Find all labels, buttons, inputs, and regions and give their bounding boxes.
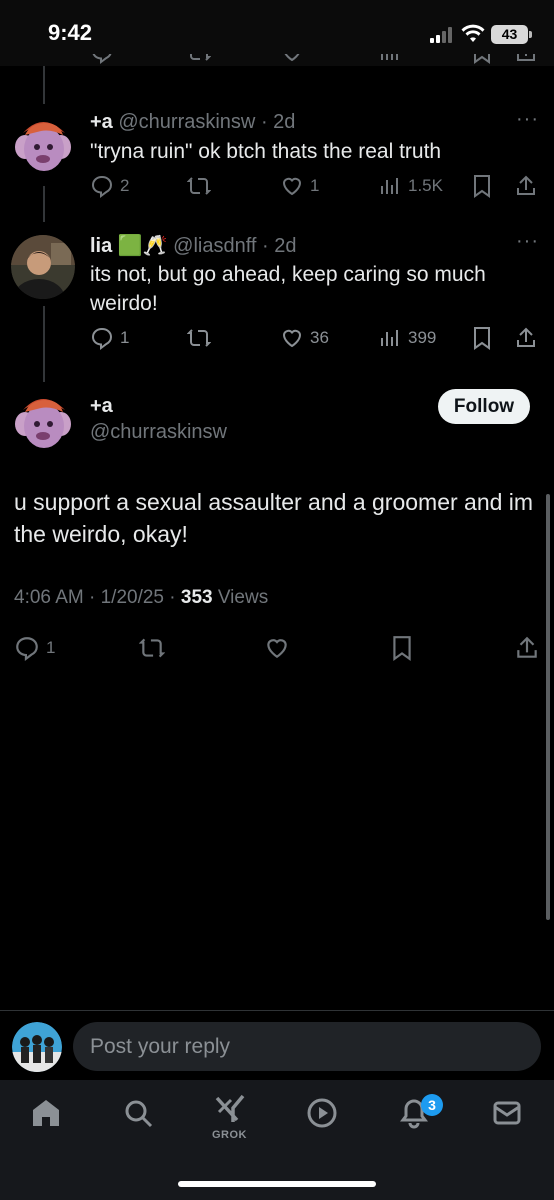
avatar[interactable] [11, 390, 75, 454]
repost-button[interactable] [187, 326, 211, 350]
repost-button[interactable] [139, 635, 165, 661]
like-icon [267, 639, 287, 658]
repost-icon [190, 54, 211, 61]
avatar[interactable] [11, 235, 75, 299]
share-icon [517, 327, 535, 347]
tweet-text: its not, but go ahead, keep caring so mu… [90, 263, 486, 315]
tweet-actions: 2 1 1.5K [0, 174, 554, 204]
views-label: Views [212, 587, 269, 608]
reply-count: 1 [120, 328, 130, 347]
grok-label: GROK [212, 1129, 247, 1141]
avatar[interactable] [11, 113, 75, 177]
main-tweet-text: u support a sexual assaulter and a groom… [14, 489, 534, 547]
like-count: 36 [310, 328, 329, 347]
bookmark-button[interactable] [471, 326, 493, 350]
previous-tweet-actions [0, 54, 554, 74]
tweet-header: +a @churraskinsw · 2d [90, 111, 296, 133]
view-count: 1.5K [408, 176, 443, 195]
reply-icon [92, 54, 112, 64]
reply-input[interactable] [73, 1022, 541, 1071]
grok-icon[interactable] [213, 1094, 247, 1126]
more-options-icon[interactable]: ··· [516, 108, 539, 131]
like-button[interactable]: 36 [280, 326, 329, 350]
bookmark-icon [393, 636, 411, 661]
views-icon [381, 178, 398, 194]
reply-button[interactable]: 1 [14, 635, 55, 661]
share-button[interactable] [514, 635, 540, 661]
like-button[interactable]: 1 [280, 174, 319, 198]
thread-line [43, 66, 45, 104]
reply-icon [91, 175, 113, 198]
bookmark-button[interactable] [390, 635, 414, 661]
status-time: 9:42 [48, 20, 93, 45]
tweet-text: "tryna ruin" ok btch thats the real trut… [90, 140, 442, 163]
reply-button[interactable]: 2 [90, 174, 129, 198]
messages-icon[interactable] [491, 1097, 523, 1129]
like-icon [282, 177, 302, 196]
scrollbar[interactable] [546, 494, 550, 920]
repost-icon [187, 329, 211, 347]
views-button[interactable]: 1.5K [378, 174, 443, 198]
author-name[interactable]: +a [90, 111, 113, 133]
main-tweet-actions: 1 [0, 635, 554, 665]
like-count: 1 [310, 176, 320, 195]
tweet-timestamp: 4:06 AM · 1/20/25 · [14, 587, 181, 608]
bookmark-icon [474, 175, 490, 198]
bookmark-icon [474, 327, 490, 350]
tweet-meta: 4:06 AM · 1/20/25 · 353 Views [14, 587, 268, 609]
author-handle[interactable]: @churraskinsw [90, 421, 227, 443]
author-name[interactable]: lia 🟩🥂 [90, 235, 168, 257]
views-button[interactable]: 399 [378, 326, 436, 350]
author-handle[interactable]: @liasdnff [173, 235, 256, 257]
main-author-name-row: +a [90, 395, 113, 418]
follow-button[interactable]: Follow [438, 389, 530, 424]
share-icon [517, 54, 535, 61]
view-count: 399 [408, 328, 437, 347]
author-handle[interactable]: @churraskinsw [118, 111, 255, 133]
bookmark-button[interactable] [471, 174, 493, 198]
repost-icon [139, 638, 165, 658]
like-icon [284, 54, 300, 62]
notifications-badge: 3 [421, 1094, 443, 1116]
battery-indicator: 43 [491, 25, 532, 44]
repost-icon [187, 177, 211, 195]
more-options-icon[interactable]: ··· [516, 230, 539, 253]
share-button[interactable] [514, 326, 538, 350]
home-indicator [178, 1181, 376, 1187]
share-button[interactable] [514, 174, 538, 198]
reply-count: 2 [120, 176, 130, 195]
tweet-time: 2d [273, 111, 296, 133]
author-name[interactable]: +a [90, 395, 113, 417]
tweet-actions: 1 36 399 [0, 326, 554, 356]
tweet-header: lia 🟩🥂 @liasdnff · 2d [90, 235, 297, 257]
cellular-signal-icon [430, 27, 456, 43]
reply-button[interactable]: 1 [90, 326, 129, 350]
tweet-time: 2d [274, 235, 297, 257]
video-icon[interactable] [306, 1097, 338, 1129]
reply-icon [16, 637, 38, 661]
like-icon [282, 329, 302, 348]
share-icon [517, 175, 535, 195]
main-author-handle-row: @churraskinsw [90, 421, 227, 444]
views-icon [381, 330, 398, 346]
home-icon[interactable] [30, 1097, 62, 1129]
my-avatar[interactable] [12, 1022, 62, 1072]
search-icon[interactable] [122, 1097, 154, 1129]
views-icon [381, 54, 398, 60]
repost-button[interactable] [187, 174, 211, 198]
bookmark-icon [474, 54, 490, 64]
view-count: 353 [180, 587, 213, 608]
reply-count: 1 [46, 638, 56, 657]
share-icon [517, 636, 537, 658]
like-button[interactable] [264, 635, 290, 661]
wifi-icon [461, 24, 485, 42]
reply-icon [91, 327, 113, 350]
